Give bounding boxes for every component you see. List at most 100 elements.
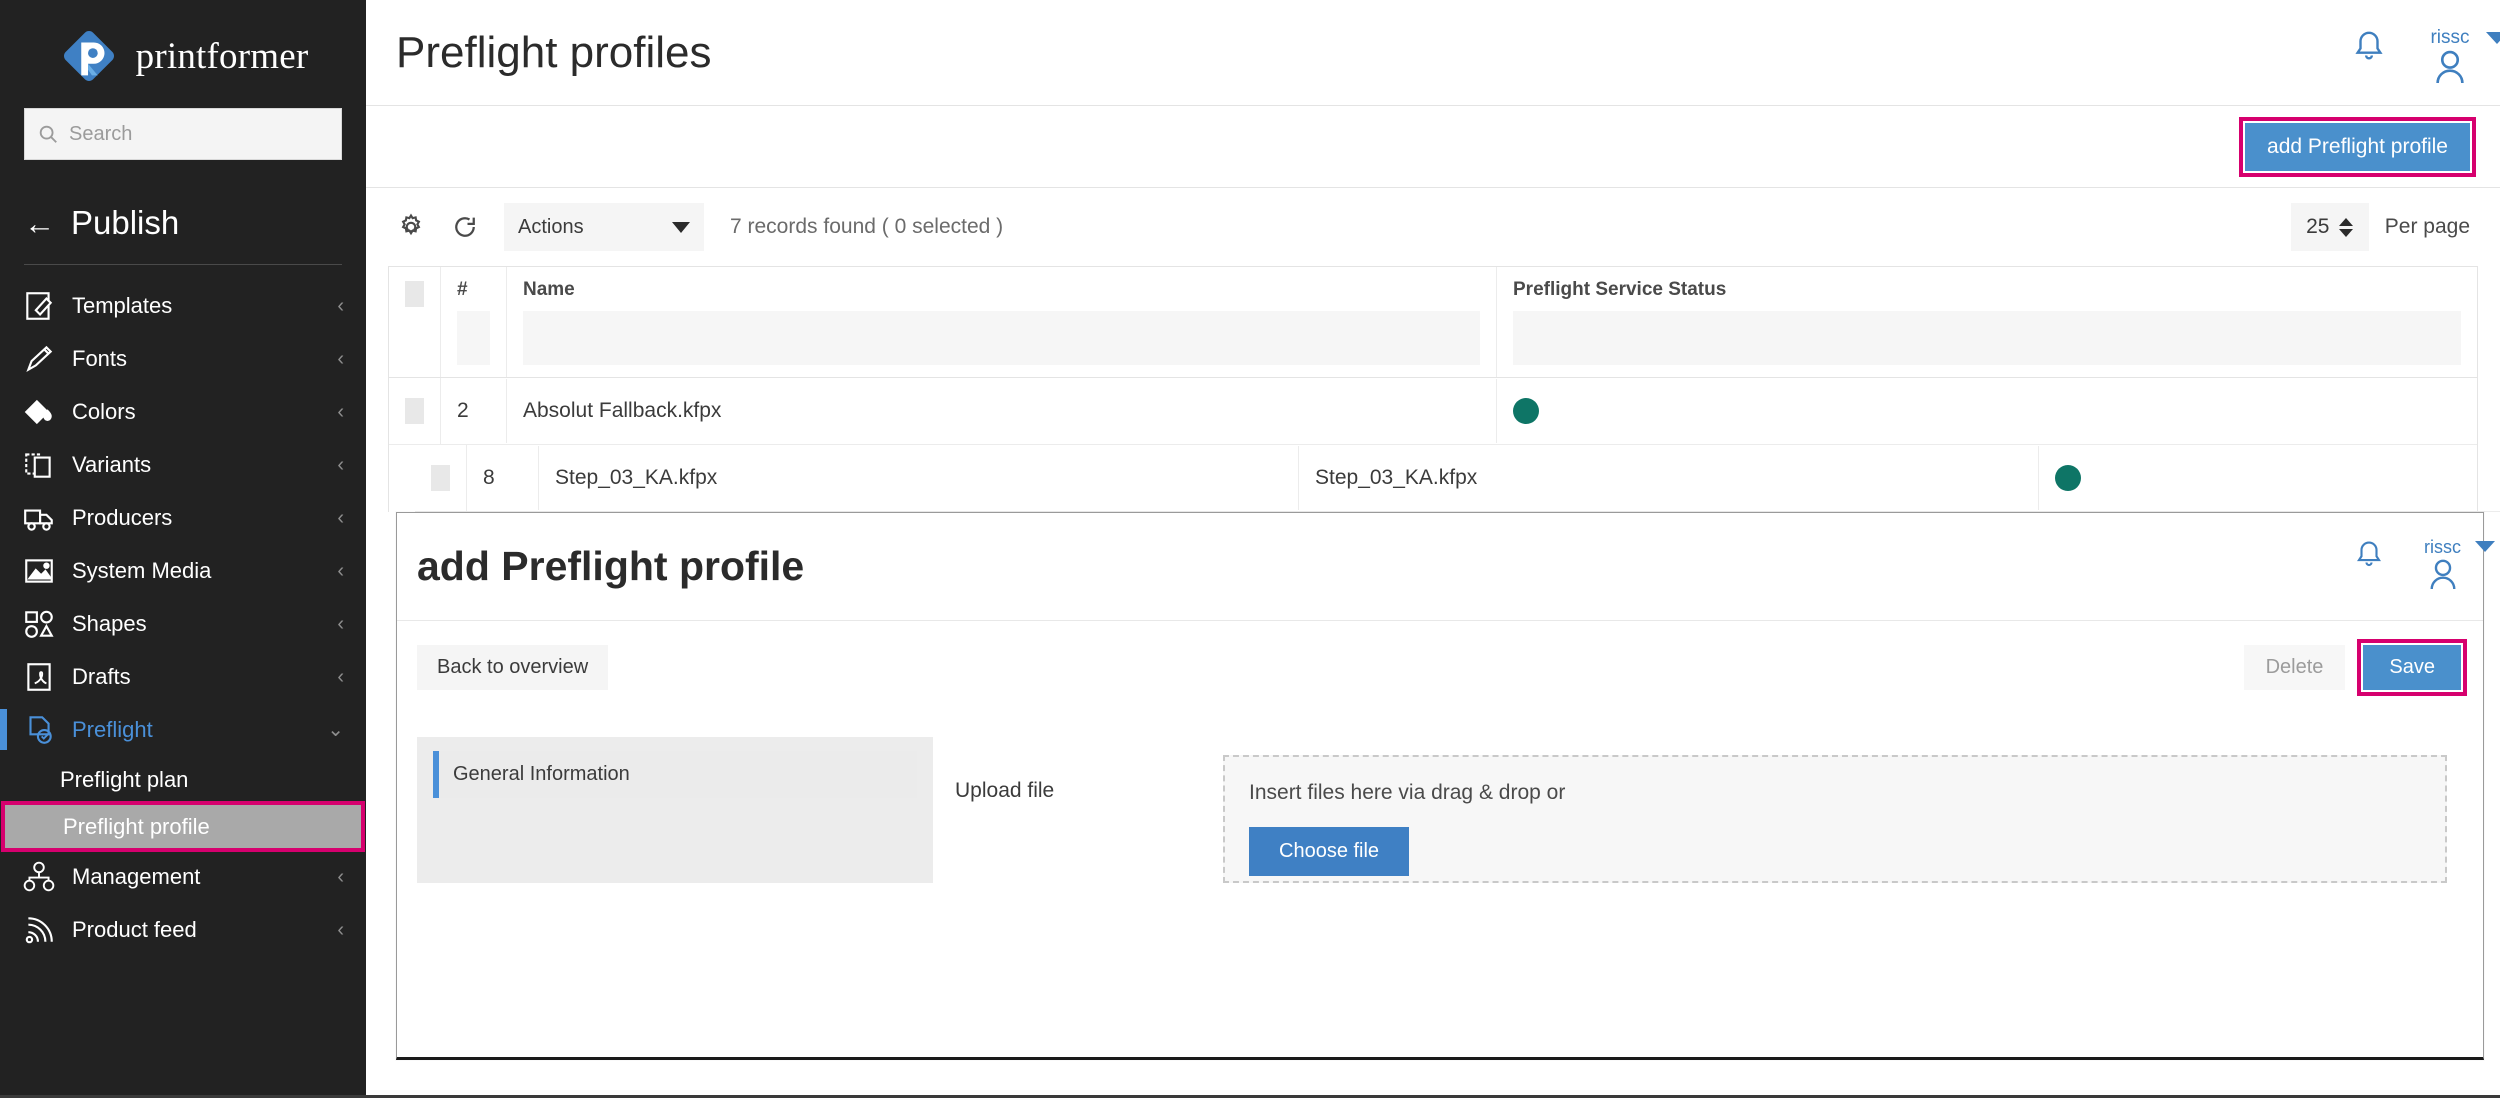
sidebar-item-label: Shapes [72,610,147,636]
paint-bucket-icon [24,399,52,424]
column-num: # [441,267,507,377]
copy-pages-icon [25,452,51,478]
sidebar-item-variants[interactable]: Variants ‹ [0,438,366,491]
sidebar-item-label: Colors [72,398,136,424]
truck-icon [24,509,53,531]
row-num: 8 [467,446,539,510]
table-row[interactable]: 8 Step_03_KA.kfpx Step_03_KA.kfpx [415,445,2500,512]
save-button[interactable]: Save [2357,638,2467,696]
chevron-left-icon: ‹ [337,612,344,635]
back-to-overview-button[interactable]: Back to overview [417,644,609,690]
chevron-left-icon: ‹ [337,453,344,476]
column-header-label: Preflight Service Status [1513,279,1727,300]
sidebar-item-management[interactable]: Management ‹ [0,850,366,903]
user-menu[interactable]: rissc [2430,27,2500,83]
spinner-updown-icon[interactable] [2339,217,2354,237]
general-information-panel: General Information [417,737,933,883]
row-checkbox[interactable] [431,465,450,491]
user-name: rissc [2430,27,2470,48]
org-chart-icon [23,861,55,891]
sidebar-item-label: Variants [72,451,152,477]
sidebar-item-producers[interactable]: Producers ‹ [0,491,366,544]
sidebar-subitem-preflight-profile[interactable]: Preflight profile [1,801,365,852]
sidebar-divider [24,264,342,265]
row-name: Absolut Fallback.kfpx [507,379,1497,443]
column-header-label: # [457,279,468,300]
preflight-profiles-table: # Name Preflight Service Status 2 Absolu… [388,266,2500,512]
bell-icon[interactable] [2352,28,2386,66]
publish-label: Publish [71,204,180,241]
publish-back-link[interactable]: ← Publish [24,204,366,242]
sidebar-item-colors[interactable]: Colors ‹ [0,385,366,438]
modal-header-actions: rissc [2354,537,2495,595]
per-page-value: 25 [2306,215,2330,238]
row-name: Step_03_KA.kfpx [539,446,1299,510]
modal-primary-actions: Delete Save [2243,638,2467,696]
row-checkbox[interactable] [405,398,424,424]
filter-input-status[interactable] [1513,311,2461,365]
sidebar-item-label: Product feed [72,916,197,942]
choose-file-button[interactable]: Choose file [1249,827,1410,876]
row-select-cell [389,378,441,444]
chevron-left-icon: ‹ [337,400,344,423]
sidebar-item-templates[interactable]: Templates ‹ [0,279,366,332]
file-dropzone[interactable]: Insert files here via drag & drop or Cho… [1223,755,2447,883]
add-preflight-profile-panel: add Preflight profile rissc Back to over… [396,512,2495,1060]
select-all-checkbox[interactable] [405,281,424,307]
chevron-left-icon: ‹ [337,506,344,529]
table-row[interactable]: 2 Absolut Fallback.kfpx [389,378,2477,445]
caret-down-icon[interactable] [2486,32,2500,44]
chevron-left-icon: ‹ [337,294,344,317]
sidebar-item-label: Drafts [72,663,131,689]
per-page-label: Per page [2384,215,2470,238]
search-input[interactable] [69,122,329,146]
chevron-left-icon: ‹ [337,347,344,370]
dropzone-text: Insert files here via drag & drop or [1249,781,1566,804]
app-root: printformer ← Publish Templates ‹ [0,0,2500,1098]
caret-down-icon [672,221,690,233]
sidebar-item-label: System Media [72,557,212,583]
refresh-icon[interactable] [450,212,480,242]
chevron-left-icon: ‹ [337,559,344,582]
page-header: Preflight profiles rissc [366,0,2500,106]
row-select-cell [415,445,467,511]
back-arrow-icon: ← [24,205,55,241]
per-page-control: 25 Per page [2290,203,2470,251]
user-menu[interactable]: rissc [2424,537,2495,589]
search-box[interactable] [24,108,342,160]
add-preflight-profile-button[interactable]: add Preflight profile [2239,116,2476,177]
per-page-stepper[interactable]: 25 [2290,203,2369,251]
actions-select[interactable]: Actions [504,203,704,251]
template-edit-icon [26,291,53,320]
bell-icon[interactable] [2354,538,2384,572]
filter-input-name[interactable] [523,311,1480,365]
chevron-left-icon: ‹ [337,865,344,888]
row-status [2039,445,2500,511]
user-name: rissc [2424,537,2461,557]
caret-down-icon[interactable] [2475,541,2495,552]
sidebar-subitem-label: Preflight profile [63,813,210,839]
sidebar-item-shapes[interactable]: Shapes ‹ [0,597,366,650]
modal-body: General Information Upload file Insert f… [397,713,2483,883]
status-badge [2055,465,2081,491]
printformer-logo-icon [63,31,114,81]
row-num: 2 [441,379,507,443]
sidebar-nav: Templates ‹ Fonts ‹ Colors ‹ Variants ‹ … [0,279,366,956]
sidebar-item-product-feed[interactable]: Product feed ‹ [0,903,366,956]
delete-button[interactable]: Delete [2243,644,2346,690]
sidebar-item-fonts[interactable]: Fonts ‹ [0,332,366,385]
sidebar-item-preflight[interactable]: Preflight ⌄ [0,703,366,756]
select-all-cell [389,267,441,377]
preflight-check-icon [29,715,52,744]
brand[interactable]: printformer [0,0,366,106]
sidebar-item-system-media[interactable]: System Media ‹ [0,544,366,597]
sidebar-subitem-preflight-plan[interactable]: Preflight plan [0,756,366,803]
sidebar-item-drafts[interactable]: Drafts ‹ [0,650,366,703]
brand-name: printformer [135,35,309,77]
table-toolbar: Actions 7 records found ( 0 selected ) 2… [366,188,2500,266]
filter-input-num[interactable] [457,311,490,365]
status-badge [1513,398,1539,424]
column-status: Preflight Service Status [1497,267,2477,377]
gear-icon[interactable] [396,212,426,242]
row-status [1497,378,2477,444]
